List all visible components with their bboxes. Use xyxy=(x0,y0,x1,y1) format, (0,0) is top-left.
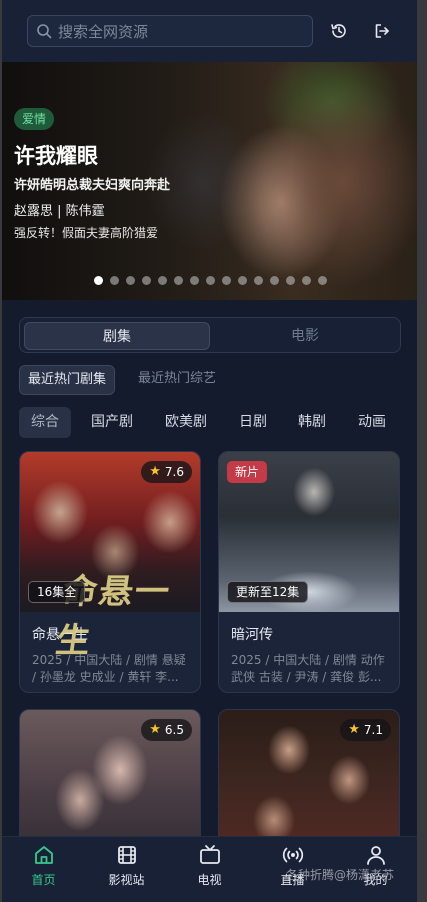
carousel-dot[interactable] xyxy=(222,276,231,285)
poster-image: 新片 更新至12集 xyxy=(219,452,399,612)
banner-subtitle: 许妍皓明总裁夫妇爽向奔赴 xyxy=(14,178,171,193)
tv-icon xyxy=(199,845,220,864)
poster-title-art: 命悬一生 xyxy=(53,572,174,661)
rating-value: 7.6 xyxy=(164,465,184,479)
broadcast-icon xyxy=(282,847,303,863)
nav-label-home: 首页 xyxy=(31,873,56,887)
card-title: 暗河传 xyxy=(231,627,273,643)
nav-tv[interactable]: 电视 xyxy=(168,843,251,888)
media-card[interactable]: 命悬一生 ★ 7.6 16集全 命悬一生 2025 / 中国大陆 / 剧情 悬疑… xyxy=(19,451,201,693)
carousel-dot[interactable] xyxy=(254,276,263,285)
carousel-dot[interactable] xyxy=(302,276,311,285)
nav-film-station[interactable]: 影视站 xyxy=(85,843,168,888)
subtab-hot-variety[interactable]: 最近热门综艺 xyxy=(130,365,224,395)
new-badge: 新片 xyxy=(227,461,268,483)
carousel-dot[interactable] xyxy=(158,276,167,285)
nav-label-film: 影视站 xyxy=(108,873,145,887)
episode-badge: 更新至12集 xyxy=(227,581,309,603)
banner-genre-tag: 爱情 xyxy=(14,108,55,130)
card-meta-line-2: 武侠 古装 / 尹涛 / 龚俊 彭... xyxy=(231,670,382,684)
content-type-switch: 剧集 电影 xyxy=(19,317,401,353)
rating-badge: ★ 7.6 xyxy=(141,461,192,483)
banner-cast: 赵露思 | 陈伟霆 xyxy=(14,204,105,219)
search-placeholder: 搜索全网资源 xyxy=(58,22,149,41)
history-icon xyxy=(331,24,346,38)
logout-icon xyxy=(375,24,389,38)
category-western[interactable]: 欧美剧 xyxy=(153,407,219,438)
poster-image: 命悬一生 ★ 7.6 16集全 xyxy=(20,452,200,661)
logout-button[interactable] xyxy=(371,20,393,42)
card-info: 暗河传 2025 / 中国大陆 / 剧情 动作 武侠 古装 / 尹涛 / 龚俊 … xyxy=(219,612,399,692)
rating-badge: ★ 6.5 xyxy=(141,719,192,741)
star-icon: ★ xyxy=(149,722,161,737)
category-domestic[interactable]: 国产剧 xyxy=(79,407,145,438)
hero-banner[interactable]: 爱情 许我耀眼 许妍皓明总裁夫妇爽向奔赴 赵露思 | 陈伟霆 强反转！假面夫妻高… xyxy=(2,62,417,300)
carousel-dot[interactable] xyxy=(318,276,327,285)
search-icon xyxy=(37,24,52,39)
carousel-dot[interactable] xyxy=(190,276,199,285)
carousel-dots xyxy=(94,276,327,285)
rating-value: 7.1 xyxy=(363,723,383,737)
watermark: 各种折腾@杨潇老苏 xyxy=(286,868,395,882)
user-icon xyxy=(366,846,385,865)
carousel-dot[interactable] xyxy=(110,276,119,285)
search-input[interactable]: 搜索全网资源 xyxy=(27,15,313,47)
carousel-dot[interactable] xyxy=(270,276,279,285)
carousel-dot[interactable] xyxy=(174,276,183,285)
carousel-dot[interactable] xyxy=(286,276,295,285)
film-icon xyxy=(117,846,136,864)
carousel-dot[interactable] xyxy=(238,276,247,285)
home-icon xyxy=(34,846,53,864)
card-meta-line-2: / 孙墨龙 史成业 / 黄轩 李... xyxy=(32,670,179,684)
rating-badge: ★ 7.1 xyxy=(340,719,391,741)
card-meta-line-1: 2025 / 中国大陆 / 剧情 动作 xyxy=(231,653,385,667)
carousel-dot[interactable] xyxy=(206,276,215,285)
carousel-dot[interactable] xyxy=(94,276,103,285)
nav-home[interactable]: 首页 xyxy=(2,843,85,888)
nav-label-tv: 电视 xyxy=(197,873,222,887)
category-anime[interactable]: 动画 xyxy=(346,407,398,438)
app-window: 搜索全网资源 爱情 许我耀眼 许妍皓明总裁夫妇爽向奔赴 赵露思 | 陈伟霆 强反… xyxy=(2,0,417,902)
category-all[interactable]: 综合 xyxy=(19,407,71,438)
carousel-dot[interactable] xyxy=(142,276,151,285)
category-japanese[interactable]: 日剧 xyxy=(227,407,279,438)
subtab-hot-series[interactable]: 最近热门剧集 xyxy=(19,365,116,395)
history-button[interactable] xyxy=(328,20,350,42)
segment-movie[interactable]: 电影 xyxy=(212,322,398,350)
banner-title: 许我耀眼 xyxy=(14,144,98,168)
category-korean[interactable]: 韩剧 xyxy=(286,407,338,438)
banner-description: 强反转！假面夫妻高阶猎爱 xyxy=(14,226,159,240)
rating-value: 6.5 xyxy=(164,723,184,737)
carousel-dot[interactable] xyxy=(126,276,135,285)
episode-badge: 16集全 xyxy=(28,581,86,603)
top-header: 搜索全网资源 xyxy=(2,0,417,62)
star-icon: ★ xyxy=(149,464,161,479)
media-card[interactable]: 新片 更新至12集 暗河传 2025 / 中国大陆 / 剧情 动作 武侠 古装 … xyxy=(218,451,400,693)
star-icon: ★ xyxy=(348,722,360,737)
segment-series[interactable]: 剧集 xyxy=(24,322,210,350)
